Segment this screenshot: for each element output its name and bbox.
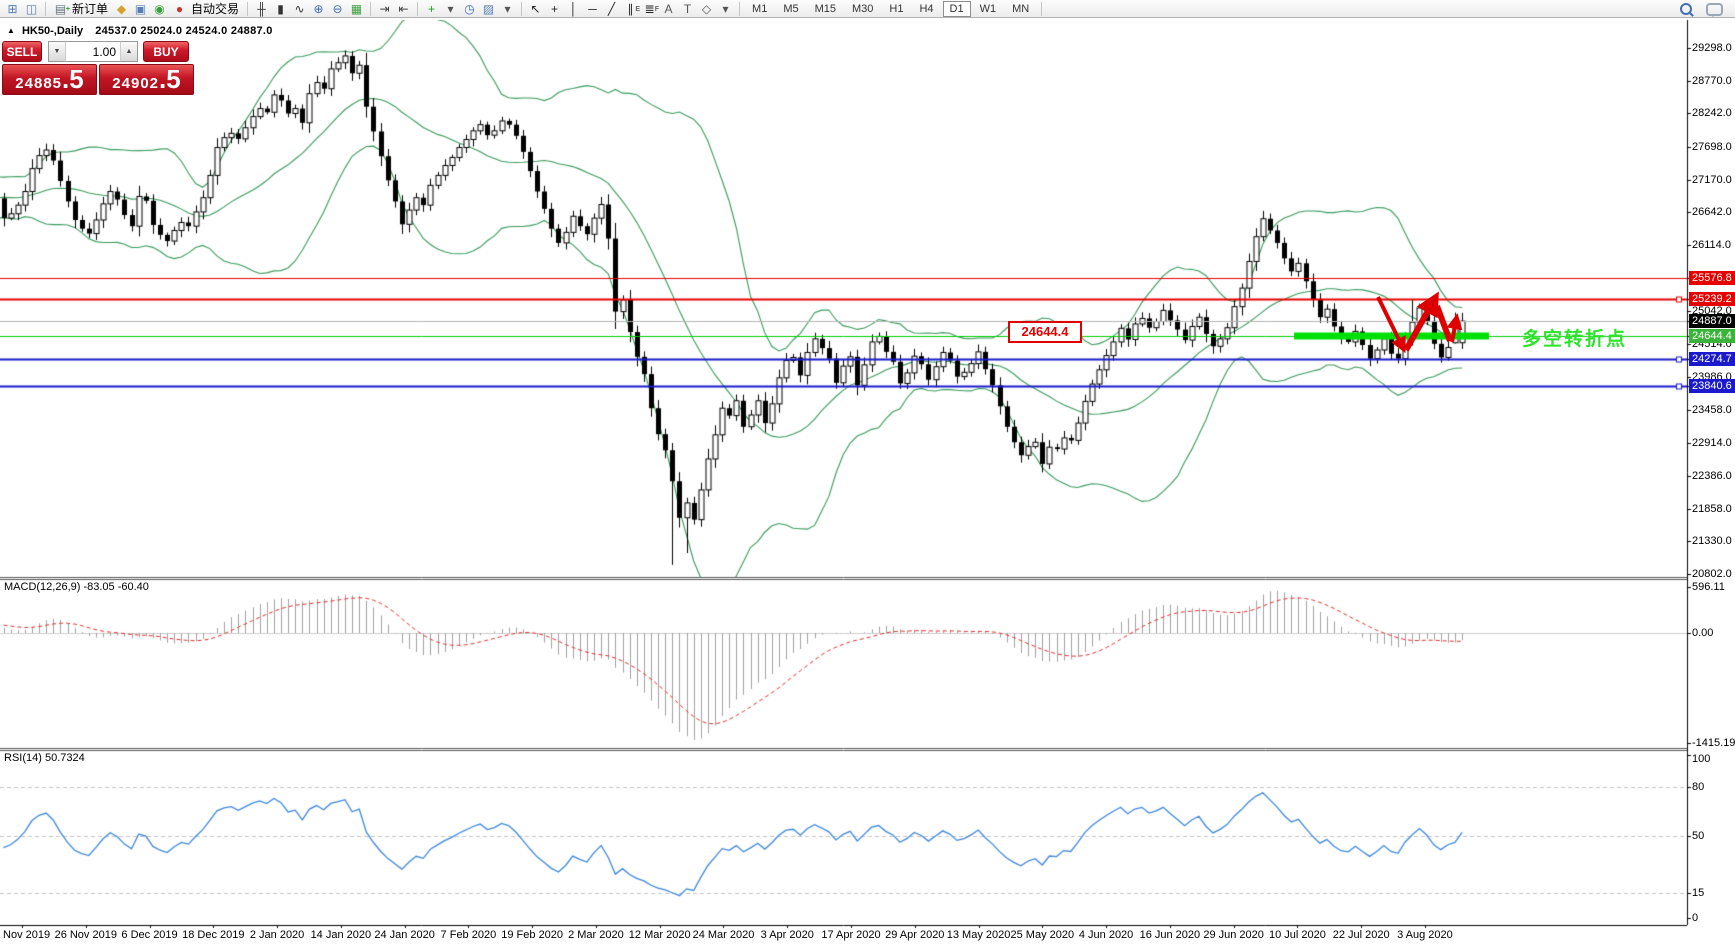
sell-price-button[interactable]: 24885 .5 [2,64,97,95]
bar-chart-icon[interactable]: ╫ [253,1,270,17]
new-order-button-icon-sub: + [65,5,70,13]
new-order-button-icon[interactable]: ▤ + [52,1,70,17]
sell-button[interactable]: SELL [2,41,42,62]
timeframe-h1-button[interactable]: H1 [882,1,910,17]
chart-shift-icon[interactable]: ⇥ [376,1,393,17]
zigzag-segment[interactable] [1403,291,1439,352]
search-icon[interactable] [1680,3,1692,15]
timeframe-m15-button[interactable]: M15 [808,1,843,17]
sell-price-fraction: .5 [62,64,84,94]
candlestick-chart-icon[interactable]: ▮ [272,1,289,17]
toolbar-separator [247,1,249,16]
shapes-caret[interactable]: ▾ [717,1,734,17]
indicators-caret[interactable]: ▾ [442,1,459,17]
data-window-icon[interactable]: ▣ [132,1,149,17]
trend-annotation-arrows[interactable] [0,0,1735,945]
vline-icon[interactable]: │ [565,1,582,17]
zoom-out-icon[interactable]: ⊖ [329,1,346,17]
toolbar-separator [370,1,372,16]
new-chart-icon[interactable]: ⊞ [4,1,21,17]
buy-price-main: 24902 [112,75,160,92]
zigzag-segment[interactable] [1434,304,1453,343]
volume-down-button[interactable]: ▼ [48,41,65,62]
tile-windows-icon[interactable]: ▦ [348,1,365,17]
indicators-icon[interactable]: + [423,1,440,17]
trendline-icon[interactable]: ╱ [603,1,620,17]
zigzag-segment[interactable] [1376,296,1406,354]
timeframe-w1-button[interactable]: W1 [973,1,1004,17]
timeframe-d1-button[interactable]: D1 [942,0,971,17]
volume-input[interactable] [65,41,121,62]
toolbar-right-icons [1673,1,1730,17]
timeframe-mn-button[interactable]: MN [1005,1,1036,17]
volume-up-button[interactable]: ▲ [121,41,138,62]
templates-icon[interactable]: ▨ [480,1,497,17]
templates-caret[interactable]: ▾ [499,1,516,17]
hline-icon[interactable]: ─ [584,1,601,17]
crosshair-icon[interactable]: + [546,1,563,17]
signal-icon[interactable]: ◉ [151,1,168,17]
channel-icon-sub: E [635,5,641,13]
buy-price-fraction: .5 [159,64,181,94]
new-order-button[interactable]: ▤ + 新订单 [51,0,111,17]
toolbar-separator [739,1,741,16]
timeframe-m1-button[interactable]: M1 [745,1,774,17]
toolbar-separator [521,1,523,16]
timeframe-m30-button[interactable]: M30 [845,1,880,17]
buy-button[interactable]: BUY [143,41,189,62]
new-order-button-label: 新订单 [72,2,109,16]
autoscroll-icon[interactable]: ⇤ [395,1,412,17]
fibonacci-icon[interactable]: ≣ F [641,1,660,17]
text-icon[interactable]: A [660,1,677,17]
zigzag-segment[interactable] [1446,313,1463,343]
channel-icon[interactable]: ∥ E [622,1,641,17]
cursor-icon[interactable]: ↖ [527,1,544,17]
autotrade-button-label: 自动交易 [191,2,240,16]
autotrade-button-icon[interactable]: ● [171,1,188,17]
sell-price-main: 24885 [15,75,63,92]
line-chart-icon[interactable]: ∿ [291,1,308,17]
one-click-trading-panel: SELL ▼ ▲ BUY 24885 .5 24902 .5 [2,41,194,95]
chat-icon[interactable] [1706,2,1723,17]
main-toolbar: ⊞ ◫ ▤ + 新订单 ◆ ▣ ◉ ● 自动交易 ╫ ▮ ∿ ⊕ ⊖ ▦ ⇥ ⇤ + ▾ ◷ ▨ ▾ ↖ + │ ─ ╱ ∥ E ≣ F A T ◇… [0,0,1735,18]
toolbar-separator [1041,1,1043,16]
toolbar-separator [417,1,419,16]
timeframe-h4-button[interactable]: H4 [912,1,940,17]
fibonacci-icon-sub: F [654,5,660,13]
autotrade-button[interactable]: ● 自动交易 [170,0,242,17]
timeframe-m5-button[interactable]: M5 [776,1,805,17]
toolbar-separator [45,1,46,16]
buy-price-button[interactable]: 24902 .5 [99,64,194,95]
label-icon[interactable]: T [679,1,696,17]
shapes-icon[interactable]: ◇ [698,1,715,17]
zoom-in-icon[interactable]: ⊕ [310,1,327,17]
periods-icon[interactable]: ◷ [461,1,478,17]
market-watch-icon[interactable]: ◆ [113,1,130,17]
profiles-icon[interactable]: ◫ [23,1,40,17]
